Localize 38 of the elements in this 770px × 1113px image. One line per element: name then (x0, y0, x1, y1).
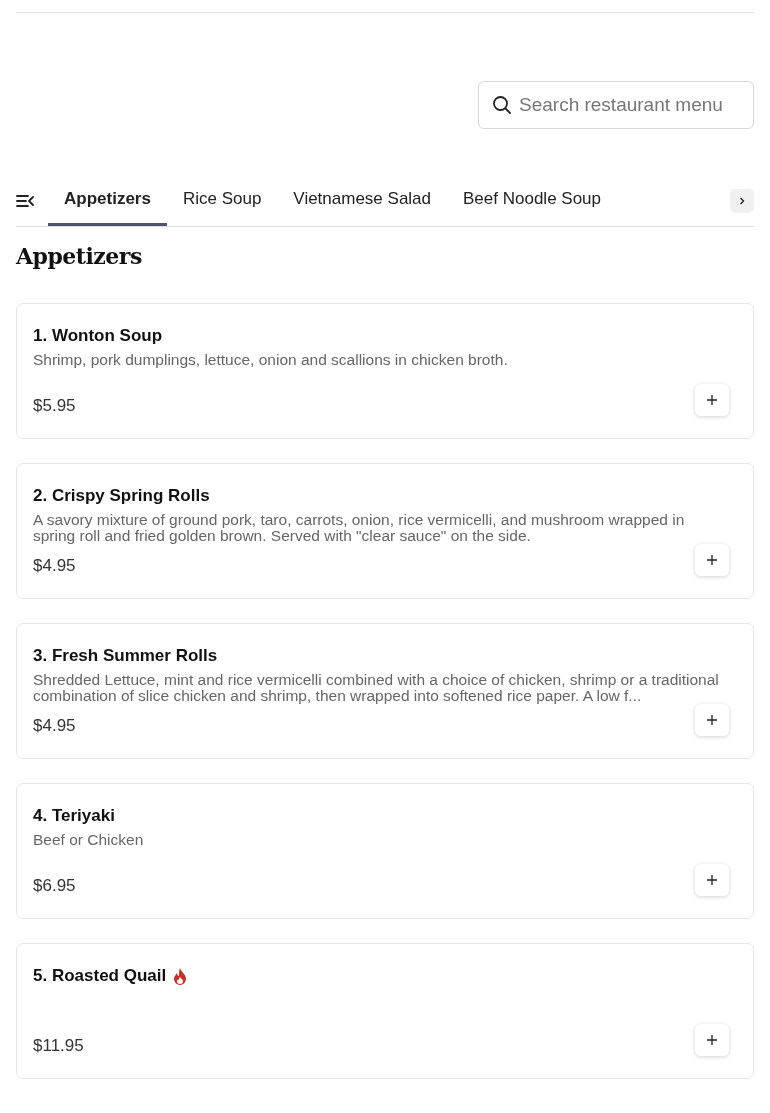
menu-icon[interactable] (16, 193, 34, 208)
item-price: $4.95 (33, 716, 76, 736)
item-price: $11.95 (33, 1036, 84, 1056)
search-field[interactable]: Search restaurant menu (478, 81, 754, 129)
item-price: $6.95 (33, 876, 76, 896)
category-tab[interactable]: Appetizers (48, 175, 167, 226)
chevron-right-icon (738, 195, 746, 206)
category-tab[interactable]: Beef Noodle Soup (447, 175, 618, 226)
item-name: 1. Wonton Soup (33, 326, 163, 346)
item-description: Beef or Chicken (33, 832, 145, 850)
item-price: $5.95 (33, 396, 76, 416)
menu-item-card[interactable]: 4. Teriyaki Beef or Chicken $6.95 (16, 783, 754, 919)
item-name: 5. Roasted Quail (33, 966, 167, 986)
plus-icon (707, 555, 717, 565)
item-description: Shrimp, pork dumplings, lettuce, onion and scallions in chicken broth. (33, 352, 509, 370)
search-icon (492, 95, 512, 115)
section-title: Appetizers (16, 243, 143, 269)
add-button[interactable] (695, 384, 729, 416)
item-description: Shredded Lettuce, mint and rice vermicelli combined with a choice of chicken, shrimp or a traditional combination of slice chicken and shrimp, then wrapped into softened rice paper. A low f... (33, 672, 720, 704)
add-button[interactable] (695, 864, 729, 896)
add-button[interactable] (695, 544, 729, 576)
menu-item-card[interactable] (16, 623, 754, 759)
menu-item-card[interactable]: 2. Crispy Spring Rolls A savory mixture of ground pork, taro, carrots, onion, rice vermicelli, and mushroom wrapped in spring roll and fried golden brown. Served with "clear sauce" on the side. $4.95 (16, 463, 754, 599)
item-price: $4.95 (33, 556, 76, 576)
item-name: 3. Fresh Summer Rolls (33, 646, 218, 666)
item-name: 2. Crispy Spring Rolls (33, 486, 210, 506)
category-tab[interactable]: Vietnamese Salad (277, 175, 448, 226)
menu-item-card[interactable]: 5. Roasted Quail $11.95 (16, 943, 754, 1079)
add-button[interactable] (695, 704, 729, 736)
item-description: A savory mixture of ground pork, taro, carrots, onion, rice vermicelli, and mushroom wrapped in spring roll and fried golden brown. Served with "clear sauce" on the side. (33, 512, 686, 544)
plus-icon (707, 1035, 717, 1045)
plus-icon (707, 715, 717, 725)
item-name: 4. Teriyaki (33, 806, 115, 826)
menu-item-card[interactable]: 1. Wonton Soup Shrimp, pork dumplings, lettuce, onion and scallions in chicken broth. $5.95 (16, 303, 754, 439)
category-tab[interactable]: Rice Soup (166, 175, 278, 226)
plus-icon (707, 875, 717, 885)
plus-icon (707, 395, 717, 405)
add-button[interactable] (695, 1024, 729, 1056)
